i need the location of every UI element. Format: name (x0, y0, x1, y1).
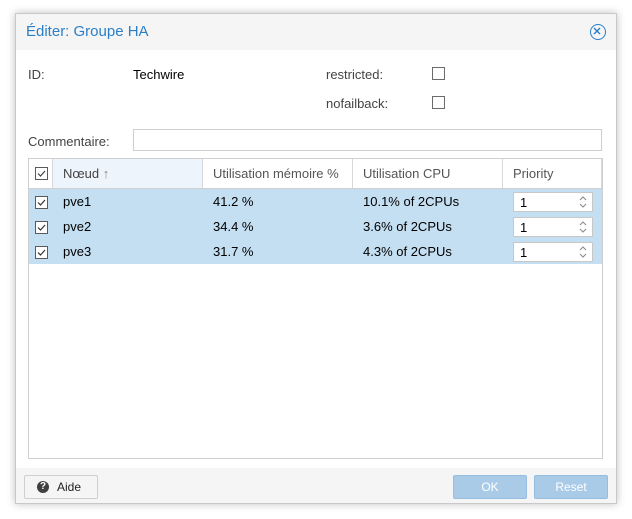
spinner-arrows-icon[interactable] (578, 195, 588, 209)
node-grid: Nœud ↑ Utilisation mémoire % Utilisation… (28, 158, 603, 459)
priority-spinner[interactable]: 1 (513, 192, 593, 212)
row-memory: 34.4 % (213, 219, 254, 234)
sort-ascending-icon: ↑ (102, 166, 110, 181)
ok-button[interactable]: OK (453, 475, 527, 499)
column-header-node-label: Nœud (63, 166, 100, 181)
select-all-checkbox[interactable] (35, 167, 48, 180)
id-label: ID: (28, 67, 45, 82)
comment-label: Commentaire: (28, 134, 110, 149)
row-cpu: 4.3% of 2CPUs (363, 244, 452, 259)
close-icon[interactable] (590, 24, 606, 40)
help-button[interactable]: ? Aide (24, 475, 98, 499)
priority-value: 1 (520, 245, 528, 260)
priority-spinner[interactable]: 1 (513, 217, 593, 237)
row-checkbox[interactable] (35, 221, 48, 234)
row-node: pve2 (63, 219, 92, 234)
nofailback-checkbox[interactable] (432, 96, 445, 109)
table-row[interactable]: pve2 34.4 % 3.6% of 2CPUs 1 (29, 214, 602, 239)
column-header-priority[interactable]: Priority (503, 159, 602, 188)
spinner-arrows-icon[interactable] (578, 245, 588, 259)
priority-spinner[interactable]: 1 (513, 242, 593, 262)
table-row[interactable]: pve3 31.7 % 4.3% of 2CPUs 1 (29, 239, 602, 264)
table-row[interactable]: pve1 41.2 % 10.1% of 2CPUs 1 (29, 189, 602, 214)
row-memory: 31.7 % (213, 244, 254, 259)
priority-value: 1 (520, 220, 528, 235)
reset-button[interactable]: Reset (534, 475, 608, 499)
priority-value: 1 (520, 195, 528, 210)
id-value: Techwire (133, 67, 185, 82)
nofailback-label: nofailback: (326, 96, 389, 111)
dialog-titlebar: Éditer: Groupe HA (16, 14, 616, 50)
row-cpu: 3.6% of 2CPUs (363, 219, 452, 234)
edit-ha-group-dialog: Éditer: Groupe HA ID: Techwire restricte… (15, 13, 617, 504)
grid-header: Nœud ↑ Utilisation mémoire % Utilisation… (29, 159, 602, 189)
column-header-node[interactable]: Nœud ↑ (53, 159, 203, 188)
restricted-label: restricted: (326, 67, 384, 82)
row-cpu: 10.1% of 2CPUs (363, 194, 460, 209)
row-memory: 41.2 % (213, 194, 254, 209)
question-icon: ? (37, 481, 49, 493)
select-all-header[interactable] (29, 159, 53, 188)
dialog-footer: ? Aide OK Reset (16, 468, 616, 503)
row-checkbox[interactable] (35, 196, 48, 209)
help-button-label: Aide (57, 480, 82, 494)
column-header-memory[interactable]: Utilisation mémoire % (203, 159, 353, 188)
comment-input[interactable] (133, 129, 602, 151)
dialog-body: ID: Techwire restricted: nofailback: Com… (16, 50, 616, 468)
spinner-arrows-icon[interactable] (578, 220, 588, 234)
row-checkbox[interactable] (35, 246, 48, 259)
column-header-cpu[interactable]: Utilisation CPU (353, 159, 503, 188)
dialog-title: Éditer: Groupe HA (26, 23, 149, 40)
row-node: pve1 (63, 194, 92, 209)
row-node: pve3 (63, 244, 92, 259)
restricted-checkbox[interactable] (432, 67, 445, 80)
